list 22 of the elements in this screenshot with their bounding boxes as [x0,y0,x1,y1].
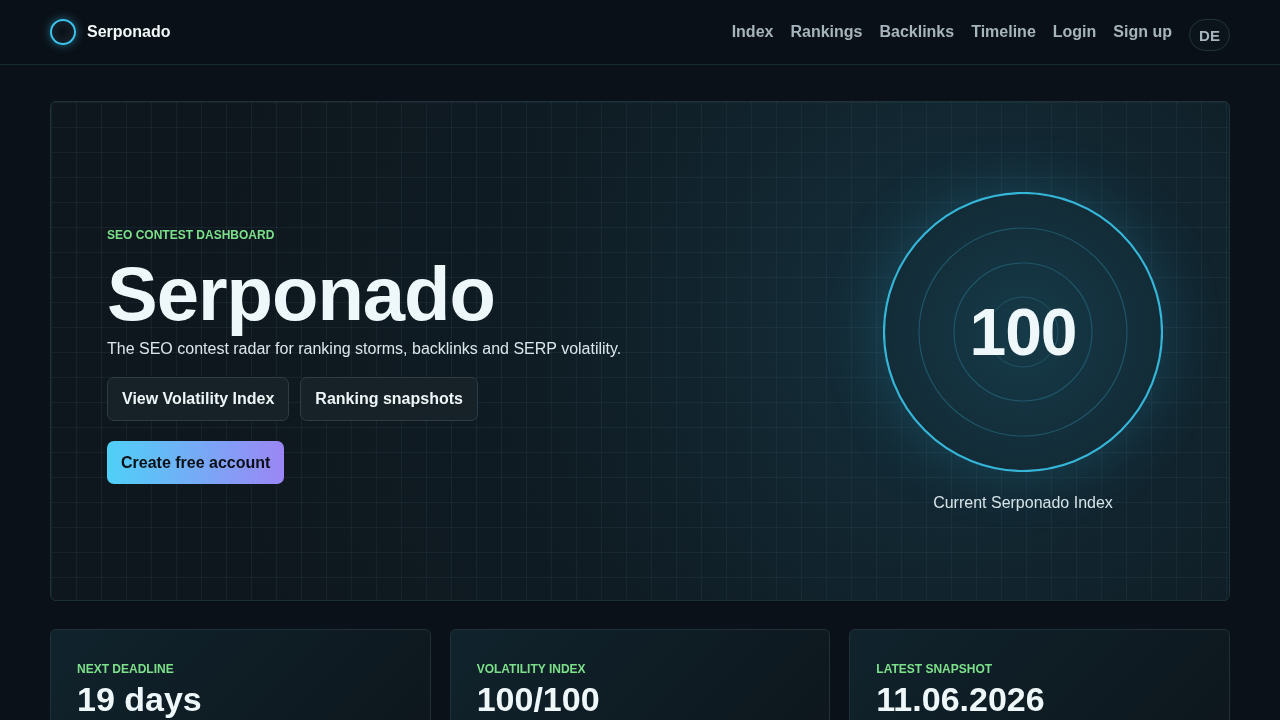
stat-value: 11.06.2026 [876,680,1046,719]
create-account-button[interactable]: Create free account [107,441,285,484]
hero-subtitle: The SEO contest radar for ranking storms, backlinks and SERP volatility. [107,340,623,358]
hero-button[interactable]: Ranking snapshots [300,377,478,421]
nav-link[interactable]: Login [1052,23,1097,41]
hero-button[interactable]: View Volatility Index [107,377,290,421]
nav-link[interactable]: Index [731,23,774,41]
index-value: 100 [969,294,1077,370]
nav-link[interactable]: Timeline [971,23,1036,41]
nav-link[interactable]: Backlinks [879,23,955,41]
nav-link[interactable]: Rankings [790,23,863,41]
stat-label: LATEST SNAPSHOT [876,662,994,676]
logo-ring-icon [50,19,76,45]
index-caption: Current Serponado Index [933,494,1113,512]
stat-value: 100/100 [476,680,601,719]
stat-label: VOLATILITY INDEX [476,662,587,676]
stat-value: 19 days [77,680,203,719]
nav-link[interactable]: Sign up [1113,23,1172,41]
brand-name: Serponado [87,23,171,41]
language-button[interactable]: DE [1189,19,1230,51]
eyebrow-label: SEO CONTEST DASHBOARD [107,228,276,242]
stat-label: NEXT DEADLINE [77,662,175,676]
